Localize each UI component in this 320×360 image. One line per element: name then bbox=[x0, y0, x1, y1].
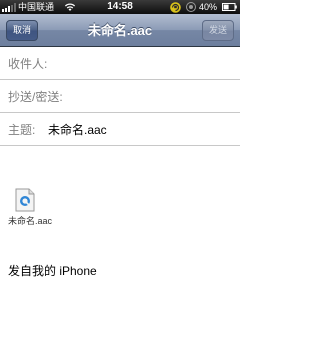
attachment[interactable]: 未命名.aac bbox=[8, 188, 54, 234]
subject-value: 未命名.aac bbox=[48, 123, 107, 137]
battery-icon bbox=[222, 3, 237, 11]
subject-label: 主题: bbox=[8, 123, 36, 137]
send-button[interactable]: 发送 bbox=[201, 20, 234, 41]
to-field[interactable]: 收件人: bbox=[0, 48, 240, 80]
status-bar: 中国联通 14:58 40% bbox=[0, 0, 240, 14]
cancel-button[interactable]: 取消 bbox=[6, 20, 39, 41]
nav-bar: 未命名.aac 取消 发送 bbox=[0, 14, 240, 47]
location-icon bbox=[186, 2, 196, 12]
cc-bcc-label: 抄送/密送: bbox=[8, 90, 63, 104]
attachment-name: 未命名.aac bbox=[8, 216, 53, 226]
battery-percentage: 40% bbox=[199, 2, 218, 12]
email-signature[interactable]: 发自我的 iPhone bbox=[8, 262, 97, 280]
to-label: 收件人: bbox=[8, 57, 48, 71]
subject-field[interactable]: 主题: 未命名.aac bbox=[0, 114, 240, 146]
quicktime-file-icon bbox=[15, 188, 35, 212]
cc-bcc-field[interactable]: 抄送/密送: bbox=[0, 81, 240, 113]
rotation-lock-icon bbox=[170, 2, 181, 13]
